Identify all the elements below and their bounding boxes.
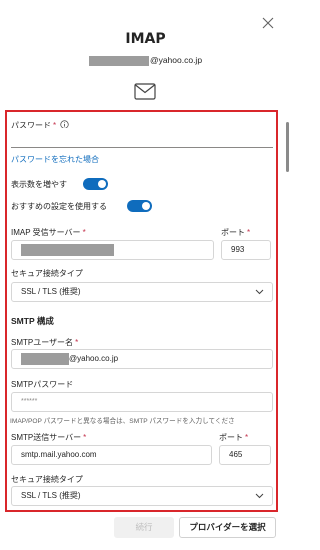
smtp-section-title: SMTP 構成 [11,316,54,326]
required-mark: * [245,433,249,442]
required-mark: * [82,228,86,237]
account-email: @yahoo.co.jp [0,55,291,66]
imap-security-value: SSL / TLS (推奨) [21,287,81,296]
settings-scroll-area: パスワード * パスワードを忘れた場合 表示数を増やす おすすめの設定を使用する … [7,112,276,510]
smtp-username-label: SMTPユーザー名 * [11,338,79,347]
smtp-password-label: SMTPパスワード [11,380,74,389]
smtp-security-label: セキュア接続タイプ [11,475,83,484]
mail-icon [134,83,156,100]
use-recommended-toggle[interactable] [127,200,152,212]
imap-server-input[interactable] [11,240,214,260]
chevron-down-icon [255,493,264,499]
required-mark: * [83,433,87,442]
redacted-block [21,352,69,365]
account-email-suffix: @yahoo.co.jp [149,55,203,65]
toggle-knob [98,180,106,188]
dialog-title: IMAP [125,31,166,47]
close-icon [262,17,274,29]
required-mark: * [247,228,251,237]
forgot-password-link[interactable]: パスワードを忘れた場合 [11,154,99,165]
password-input[interactable] [11,128,273,148]
imap-port-label: ポート * [221,228,251,237]
close-button[interactable] [262,14,274,29]
smtp-security-select[interactable]: SSL / TLS (推奨) [11,486,273,506]
smtp-security-value: SSL / TLS (推奨) [21,491,81,500]
chevron-down-icon [255,289,264,295]
smtp-server-input[interactable]: smtp.mail.yahoo.com [11,445,212,465]
next-button[interactable]: 続行 [114,517,174,538]
smtp-server-label: SMTP送信サーバー * [11,433,87,442]
scrollbar-thumb[interactable] [286,122,289,172]
redacted-block [88,55,149,66]
redacted-block [21,243,114,256]
smtp-username-suffix: @yahoo.co.jp [69,354,119,363]
smtp-port-label: ポート * [219,433,249,442]
imap-security-label: セキュア接続タイプ [11,269,83,278]
use-recommended-label: おすすめの設定を使用する [11,202,107,211]
smtp-password-input[interactable]: ****** [11,392,273,412]
imap-security-select[interactable]: SSL / TLS (推奨) [11,282,273,302]
imap-port-input[interactable]: 993 [221,240,271,260]
required-mark: * [75,338,79,347]
settings-panel: パスワード * パスワードを忘れた場合 表示数を増やす おすすめの設定を使用する … [5,110,278,512]
smtp-username-input[interactable]: @yahoo.co.jp [11,349,273,369]
show-more-toggle[interactable] [83,178,108,190]
smtp-port-input[interactable]: 465 [219,445,271,465]
choose-provider-button[interactable]: プロバイダーを選択 [179,517,276,538]
show-more-label: 表示数を増やす [11,180,67,189]
toggle-knob [142,202,150,210]
imap-server-label: IMAP 受信サーバー * [11,228,86,237]
smtp-password-hint: IMAP/POP パスワードと異なる場合は、SMTP パスワードを入力してくださ [10,418,235,425]
